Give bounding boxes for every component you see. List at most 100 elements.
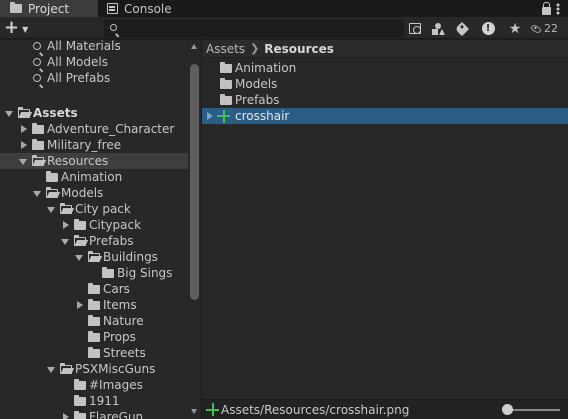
log-filter-button[interactable]: !	[478, 20, 498, 37]
tree-item-label: Big Sings	[117, 266, 173, 280]
expand-arrow-down-icon[interactable]	[5, 110, 13, 117]
folder-icon	[74, 394, 86, 406]
folder-open-icon	[87, 250, 100, 262]
tab-strip: Project Console	[0, 0, 568, 17]
console-icon	[107, 3, 118, 14]
folder-icon	[74, 378, 86, 390]
folder-icon	[74, 410, 86, 419]
eye-icon	[530, 22, 542, 35]
folder-icon	[32, 138, 44, 150]
scroll-up-arrow-icon[interactable]	[191, 44, 197, 49]
tree-item[interactable]: #Images	[0, 377, 188, 393]
search-by-label-button[interactable]	[452, 20, 472, 37]
asset-label: Models	[235, 77, 278, 91]
tree-item[interactable]: Citypack	[0, 217, 188, 233]
search-by-type-button[interactable]	[428, 20, 448, 37]
expand-arrow-down-icon[interactable]	[61, 238, 69, 245]
tree-item-label: Cars	[103, 282, 130, 296]
folder-icon	[220, 61, 232, 73]
star-icon: ★	[508, 20, 522, 37]
folder-open-icon	[17, 106, 30, 118]
expand-arrow-right-icon[interactable]	[21, 125, 27, 133]
folder-icon	[102, 266, 114, 278]
breadcrumb-assets[interactable]: Assets	[206, 42, 245, 56]
tree-item[interactable]: Props	[0, 329, 188, 345]
expand-arrow-down-icon[interactable]	[19, 158, 27, 165]
search-icon	[33, 42, 41, 50]
folder-icon	[220, 77, 232, 89]
chevron-right-icon: ❯	[250, 42, 260, 55]
folder-icon	[88, 282, 100, 294]
expand-arrow-right-icon[interactable]	[77, 301, 83, 309]
favorite-label: All Models	[47, 55, 108, 69]
tree-item[interactable]: Streets	[0, 345, 188, 361]
scrollbar-thumb[interactable]	[190, 64, 199, 300]
tree-item[interactable]: Resources	[0, 153, 188, 169]
asset-item[interactable]: Models	[202, 76, 568, 92]
tree-item-label: 1911	[89, 394, 120, 408]
expand-arrow-down-icon[interactable]	[47, 366, 55, 373]
expand-arrow-right-icon[interactable]	[63, 221, 69, 229]
dropdown-caret-icon: ▼	[22, 24, 29, 34]
tree-item-label: Citypack	[89, 218, 142, 232]
folder-tree: All Materials All Models All Prefabs Assets…	[0, 40, 201, 419]
tree-item[interactable]: 1911	[0, 393, 188, 409]
sprite-icon	[217, 109, 230, 123]
create-button[interactable]: + ▼	[4, 19, 34, 37]
tree-item-label: Props	[103, 330, 136, 344]
tab-project[interactable]: Project	[0, 0, 98, 17]
tree-item[interactable]: Assets	[0, 105, 188, 121]
favorite-label: All Materials	[47, 40, 121, 53]
folder-icon	[88, 314, 100, 326]
search-by-scene-button[interactable]	[405, 20, 425, 37]
asset-item[interactable]: Prefabs	[202, 92, 568, 108]
expand-arrow-down-icon[interactable]	[75, 254, 83, 261]
breadcrumb-resources[interactable]: Resources	[264, 42, 334, 56]
expand-arrow-right-icon[interactable]	[207, 112, 213, 120]
favorite-item[interactable]: All Models	[0, 54, 188, 70]
tree-item[interactable]: Animation	[0, 169, 188, 185]
scroll-down-arrow-icon[interactable]	[191, 409, 197, 414]
search-icon	[33, 74, 41, 82]
type-filter-icon	[431, 22, 445, 35]
expand-arrow-down-icon[interactable]	[33, 190, 41, 197]
icon-size-slider-thumb[interactable]	[502, 404, 513, 415]
tree-item[interactable]: Military_free	[0, 137, 188, 153]
tab-actions	[542, 0, 568, 17]
tree-item[interactable]: FlareGun	[0, 409, 188, 419]
more-options-icon[interactable]	[556, 2, 560, 15]
expand-arrow-right-icon[interactable]	[21, 141, 27, 149]
tree-item[interactable]: PSXMiscGuns	[0, 361, 188, 377]
search-input[interactable]	[123, 21, 398, 36]
favorite-label: All Prefabs	[47, 71, 111, 85]
tree-item[interactable]: Cars	[0, 281, 188, 297]
asset-item[interactable]: crosshair	[202, 108, 568, 124]
hidden-packages-toggle[interactable]: 22	[530, 20, 568, 37]
tree-item[interactable]: Items	[0, 297, 188, 313]
tree-item[interactable]: City pack	[0, 201, 188, 217]
tree-item[interactable]: Buildings	[0, 249, 188, 265]
tree-item-label: Buildings	[103, 250, 158, 264]
folder-open-icon	[59, 202, 72, 214]
favorite-item[interactable]: All Materials	[0, 40, 188, 54]
selected-asset-path: Assets/Resources/crosshair.png	[221, 402, 410, 417]
expand-arrow-down-icon[interactable]	[47, 206, 55, 213]
tree-item-label: Assets	[33, 106, 78, 120]
tree-item[interactable]: Adventure_Character	[0, 121, 188, 137]
tree-item[interactable]: Nature	[0, 313, 188, 329]
project-toolbar: + ▼ ! ★ 22	[0, 17, 568, 39]
tab-project-label: Project	[28, 1, 70, 16]
lock-icon[interactable]	[542, 1, 551, 15]
expand-arrow-right-icon[interactable]	[63, 413, 69, 419]
tree-item-label: PSXMiscGuns	[75, 362, 156, 376]
search-field[interactable]	[104, 20, 404, 37]
save-search-button[interactable]: ★	[505, 20, 525, 37]
tree-item[interactable]: Big Sings	[0, 265, 188, 281]
folder-icon	[10, 2, 22, 13]
tree-item[interactable]: Models	[0, 185, 188, 201]
tree-item[interactable]: Prefabs	[0, 233, 188, 249]
asset-item[interactable]: Animation	[202, 60, 568, 76]
search-icon	[110, 24, 117, 31]
tab-console[interactable]: Console	[98, 0, 198, 17]
favorite-item[interactable]: All Prefabs	[0, 70, 188, 86]
